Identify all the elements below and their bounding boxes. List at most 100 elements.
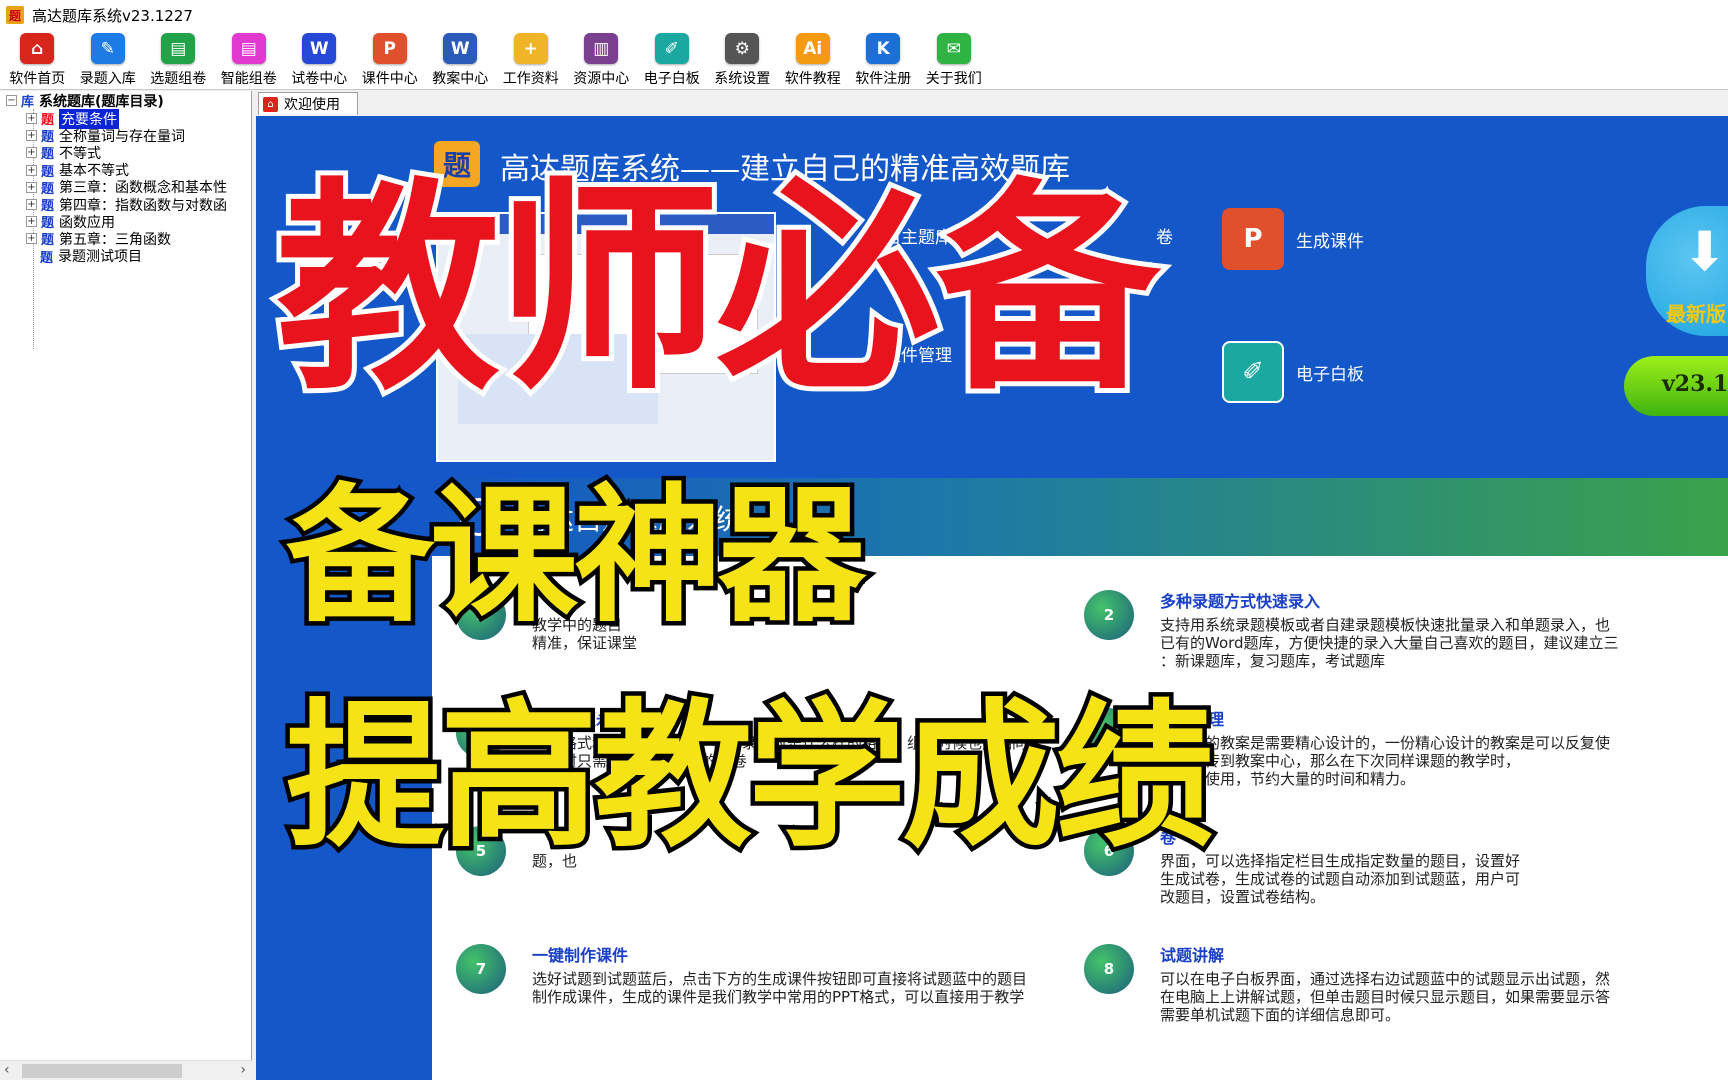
- shortcut-whiteboard[interactable]: ✐ 电子白板: [1222, 341, 1364, 403]
- window-title: 高达题库系统v23.1227: [32, 6, 193, 25]
- tab-welcome[interactable]: ⌂ 欢迎使用: [258, 92, 358, 115]
- toolbar-button-10[interactable]: ⚙ 系统设置: [707, 30, 778, 88]
- word-doc-icon: W: [443, 33, 478, 64]
- tree-item-label: 录题测试项目: [58, 249, 143, 266]
- headline-teachers-essential: 教师必备: [271, 159, 1165, 420]
- edit-doc-icon: ✎: [90, 33, 125, 64]
- tree-item[interactable]: + 题第四章：指数函数与对数函: [26, 195, 227, 214]
- question-icon: 题: [41, 130, 55, 146]
- gear-icon: ⚙: [725, 33, 760, 64]
- home-icon: ⌂: [20, 33, 55, 64]
- question-icon: 题: [41, 164, 55, 180]
- toolbar-label: 软件教程: [784, 71, 841, 87]
- key-icon: K: [866, 33, 901, 64]
- home-icon: ⌂: [263, 96, 278, 112]
- expand-icon[interactable]: +: [26, 130, 37, 142]
- toolbar-button-7[interactable]: + 工作资料: [496, 30, 567, 88]
- tab-strip: ⌂ 欢迎使用: [256, 91, 1728, 115]
- feature-description: 支持用系统录题模板或者自建录题模板快速批量录入和单题录入，也 已有的Word题库…: [1160, 616, 1619, 670]
- question-icon: 题: [41, 113, 55, 128]
- update-button[interactable]: ⬇ 最新版: [1646, 206, 1728, 336]
- bank-icon: 库: [21, 95, 35, 110]
- toolbar-label: 电子白板: [643, 71, 700, 87]
- toolbar-button-3[interactable]: ▤ 智能组卷: [214, 30, 285, 88]
- whiteboard-icon: ✐: [654, 33, 689, 64]
- download-arrow-icon: ⬇: [1682, 220, 1728, 283]
- toolbar-label: 工作资料: [502, 71, 559, 87]
- tree-item[interactable]: 题录题测试项目: [40, 247, 142, 266]
- toolbar-button-9[interactable]: ✐ 电子白板: [637, 30, 708, 88]
- toolbar-button-1[interactable]: ✎ 录题入库: [73, 30, 144, 88]
- question-icon: 题: [41, 181, 55, 197]
- shortcut-whiteboard-label: 电子白板: [1296, 364, 1364, 385]
- headline-lesson-prep-tool: 备课神器: [282, 470, 871, 642]
- toolbar-label: 课件中心: [361, 71, 418, 87]
- question-bank-tree: − 库 系统题库(题库目录) + 题充要条件 + 题全称量词与存在量词 + 题不等式 + 题基…: [0, 91, 252, 1080]
- shortcut-paper[interactable]: 卷: [1156, 223, 1173, 248]
- toolbar-button-0[interactable]: ⌂ 软件首页: [2, 30, 73, 88]
- tree-root-label: 系统题库(题库目录): [39, 93, 164, 110]
- app-window: 题 高达题库系统v23.1227 ⌂ 软件首页 ✎ 录题入库 ▤ 选题组卷 ▤ 智能组卷 W 试卷…: [0, 0, 1728, 1080]
- update-label: 最新版: [1666, 302, 1726, 326]
- feature-title: 一键制作课件: [532, 946, 629, 965]
- toolbar-button-11[interactable]: Ai 软件教程: [778, 30, 849, 88]
- toolbar-label: 软件注册: [855, 71, 912, 87]
- app-logo-icon: 题: [6, 6, 24, 24]
- version-label: v23.1: [1662, 371, 1728, 397]
- expand-icon[interactable]: +: [26, 164, 37, 176]
- tree-item[interactable]: + 题全称量词与存在量词: [26, 126, 185, 145]
- feature-description: 一份好的教案是需要精心设计的，一份精心设计的教案是可以反复使 的教案传到教案中心…: [1160, 734, 1611, 788]
- books-icon: ▥: [584, 33, 619, 64]
- toolbar-button-5[interactable]: P 课件中心: [355, 30, 426, 88]
- expand-icon[interactable]: +: [26, 199, 37, 210]
- ppt-icon: P: [372, 33, 407, 64]
- expand-icon[interactable]: +: [26, 113, 37, 124]
- shortcut-paper-label: 卷: [1156, 228, 1173, 248]
- feature-description: 可以在电子白板界面，通过选择右边试题蓝中的试题显示出试题，然 在电脑上上讲解试题…: [1160, 970, 1611, 1024]
- horizontal-scrollbar[interactable]: ‹ ›: [0, 1060, 252, 1080]
- toolbar-label: 选题组卷: [150, 71, 207, 87]
- folder-icon: +: [513, 33, 548, 64]
- word-w-icon: W: [302, 33, 337, 64]
- toolbar-label: 试卷中心: [291, 71, 348, 87]
- scrollbar-thumb[interactable]: [22, 1064, 182, 1078]
- scroll-right-icon[interactable]: ›: [240, 1062, 246, 1078]
- toolbar-label: 录题入库: [79, 71, 136, 87]
- expand-icon[interactable]: +: [26, 181, 37, 193]
- main-toolbar: ⌂ 软件首页 ✎ 录题入库 ▤ 选题组卷 ▤ 智能组卷 W 试卷中心 P 课件中心 W 教案中心 + 工作资料…: [0, 30, 1728, 90]
- toolbar-button-6[interactable]: W 教案中心: [425, 30, 496, 88]
- question-icon: 题: [41, 233, 55, 249]
- toolbar-button-13[interactable]: ✉ 关于我们: [919, 30, 990, 88]
- toolbar-button-2[interactable]: ▤ 选题组卷: [143, 30, 214, 88]
- scroll-left-icon[interactable]: ‹: [4, 1062, 10, 1078]
- title-bar: 题 高达题库系统v23.1227: [0, 0, 1728, 30]
- toolbar-label: 软件首页: [9, 71, 66, 87]
- expand-icon[interactable]: +: [26, 147, 37, 159]
- headline-improve-results: 提高教学成绩: [282, 685, 1219, 869]
- tab-welcome-label: 欢迎使用: [284, 97, 340, 113]
- ppt-icon: P: [1222, 208, 1284, 270]
- feature-number-badge: 7: [456, 944, 506, 994]
- sheet-icon: ▤: [161, 33, 196, 64]
- expand-icon[interactable]: +: [26, 233, 37, 245]
- question-icon: 题: [41, 147, 55, 163]
- toolbar-button-4[interactable]: W 试卷中心: [284, 30, 355, 88]
- ai-icon: Ai: [795, 33, 830, 64]
- shortcut-generate-courseware[interactable]: P 生成课件: [1222, 208, 1364, 270]
- feature-description: 选好试题到试题蓝后，点击下方的生成课件按钮即可直接将试题蓝中的题目 制作成课件，…: [532, 970, 1028, 1006]
- toolbar-label: 智能组卷: [220, 71, 277, 87]
- version-pill: v23.1: [1624, 356, 1728, 416]
- toolbar-label: 系统设置: [714, 71, 771, 87]
- toolbar-label: 资源中心: [573, 71, 630, 87]
- toolbar-label: 教案中心: [432, 71, 489, 87]
- wechat-icon: ✉: [936, 33, 971, 64]
- collapse-icon[interactable]: −: [6, 95, 17, 106]
- shortcut-generate-courseware-label: 生成课件: [1296, 231, 1364, 252]
- feature-number-badge: 8: [1084, 944, 1134, 994]
- tree-root[interactable]: − 库 系统题库(题库目录): [6, 91, 164, 110]
- expand-icon[interactable]: +: [26, 216, 37, 228]
- toolbar-button-12[interactable]: K 软件注册: [848, 30, 919, 88]
- feature-number-badge: 2: [1084, 590, 1134, 640]
- toolbar-button-8[interactable]: ▥ 资源中心: [566, 30, 637, 88]
- question-icon: 题: [41, 199, 55, 214]
